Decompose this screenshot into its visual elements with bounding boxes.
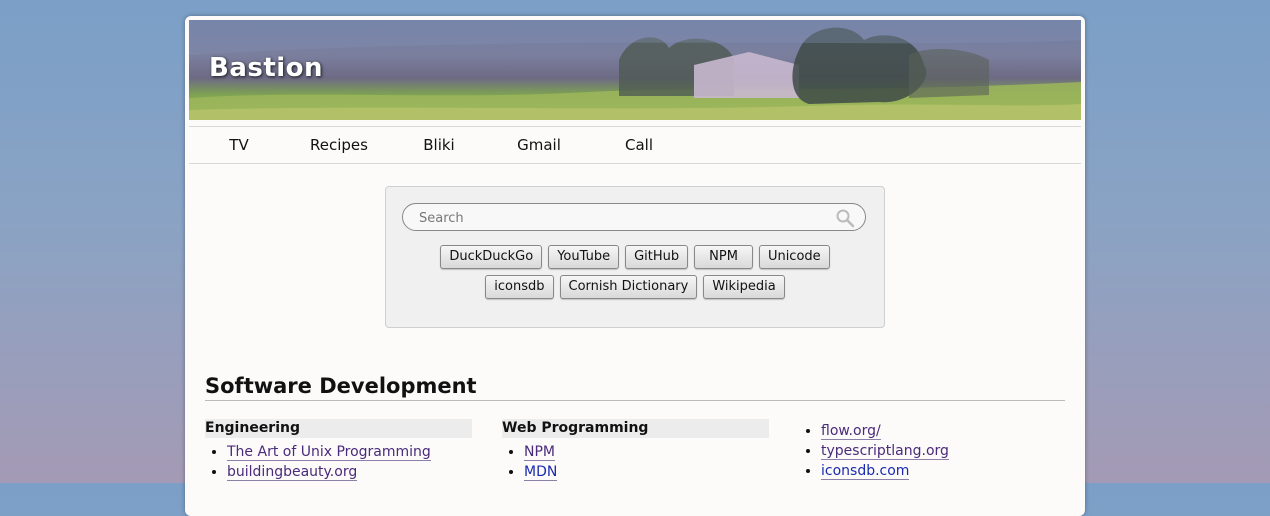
search-icon[interactable]: [835, 208, 855, 228]
list-item: buildingbeauty.org: [227, 462, 472, 482]
github-button[interactable]: GitHub: [625, 245, 689, 269]
list-item: flow.org/: [821, 421, 1066, 441]
iconsdb-button[interactable]: iconsdb: [485, 275, 554, 299]
link[interactable]: iconsdb.com: [821, 463, 910, 480]
wikipedia-button[interactable]: Wikipedia: [703, 275, 785, 299]
npm-button[interactable]: NPM: [694, 245, 753, 269]
list-item: The Art of Unix Programming: [227, 442, 472, 462]
column-heading: Web Programming: [502, 419, 769, 438]
links-column-web-programming: Web Programming NPM MDN: [502, 419, 769, 482]
top-nav: TV Recipes Bliki Gmail Call: [189, 126, 1081, 164]
search-engine-buttons-row-2: iconsdb Cornish Dictionary Wikipedia: [386, 275, 884, 299]
link[interactable]: MDN: [524, 464, 558, 481]
list-item: MDN: [524, 462, 769, 482]
duckduckgo-button[interactable]: DuckDuckGo: [440, 245, 543, 269]
link-list: The Art of Unix Programming buildingbeau…: [205, 442, 472, 482]
nav-item-tv[interactable]: TV: [189, 136, 289, 154]
links-column-misc: flow.org/ typescriptlang.org iconsdb.com: [799, 419, 1066, 481]
nav-item-call[interactable]: Call: [589, 136, 689, 154]
youtube-button[interactable]: YouTube: [548, 245, 620, 269]
column-heading: Engineering: [205, 419, 472, 438]
section-title: Software Development: [205, 374, 1065, 401]
cornish-dictionary-button[interactable]: Cornish Dictionary: [559, 275, 698, 299]
link[interactable]: flow.org/: [821, 423, 881, 440]
link-list: NPM MDN: [502, 442, 769, 482]
link[interactable]: buildingbeauty.org: [227, 464, 358, 481]
header-banner: Bastion: [189, 20, 1081, 120]
search-input[interactable]: [417, 208, 821, 228]
link-list: flow.org/ typescriptlang.org iconsdb.com: [799, 421, 1066, 481]
page-card: Bastion TV Recipes Bliki Gmail Call Duck…: [185, 16, 1085, 516]
list-item: NPM: [524, 442, 769, 462]
search-panel: DuckDuckGo YouTube GitHub NPM Unicode ic…: [385, 186, 885, 328]
list-item: typescriptlang.org: [821, 441, 1066, 461]
link[interactable]: The Art of Unix Programming: [227, 444, 431, 461]
search-engine-buttons-row-1: DuckDuckGo YouTube GitHub NPM Unicode: [386, 245, 884, 269]
nav-item-recipes[interactable]: Recipes: [289, 136, 389, 154]
list-item: iconsdb.com: [821, 461, 1066, 481]
nav-item-bliki[interactable]: Bliki: [389, 136, 489, 154]
site-title: Bastion: [209, 53, 324, 83]
search-field[interactable]: [402, 203, 866, 231]
nav-item-gmail[interactable]: Gmail: [489, 136, 589, 154]
link[interactable]: NPM: [524, 444, 555, 461]
link[interactable]: typescriptlang.org: [821, 443, 949, 460]
unicode-button[interactable]: Unicode: [758, 245, 830, 269]
links-column-engineering: Engineering The Art of Unix Programming …: [205, 419, 472, 482]
